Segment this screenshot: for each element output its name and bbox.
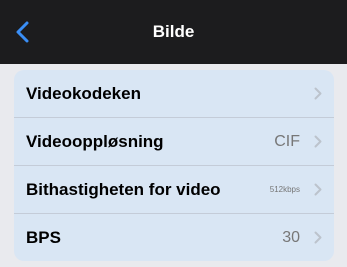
chevron-right-icon [314, 183, 322, 196]
setting-label: BPS [26, 228, 61, 247]
page-title: Bilde [152, 22, 195, 41]
chevron-right-icon [314, 135, 322, 148]
setting-label: Videokodeken [26, 84, 141, 103]
navigation-bar: Bilde [0, 0, 347, 64]
setting-row-fps[interactable]: BPS 30 [14, 214, 334, 261]
setting-value: 30 [282, 229, 300, 246]
chevron-right-icon [314, 231, 322, 244]
setting-row-video-codec[interactable]: Videokodeken [14, 70, 334, 118]
setting-value: CIF [274, 133, 300, 150]
chevron-right-icon [314, 87, 322, 100]
setting-value: 512kbps [269, 185, 300, 194]
setting-label: Bithastigheten for video [26, 180, 221, 199]
setting-label: Videooppløsning [26, 132, 164, 151]
setting-row-video-bitrate[interactable]: Bithastigheten for video 512kbps [14, 166, 334, 214]
setting-row-video-resolution[interactable]: Videooppløsning CIF [14, 118, 334, 166]
settings-group: Videokodeken Videooppløsning CIF Bithast… [14, 70, 334, 261]
settings-content: Videokodeken Videooppløsning CIF Bithast… [0, 64, 347, 267]
